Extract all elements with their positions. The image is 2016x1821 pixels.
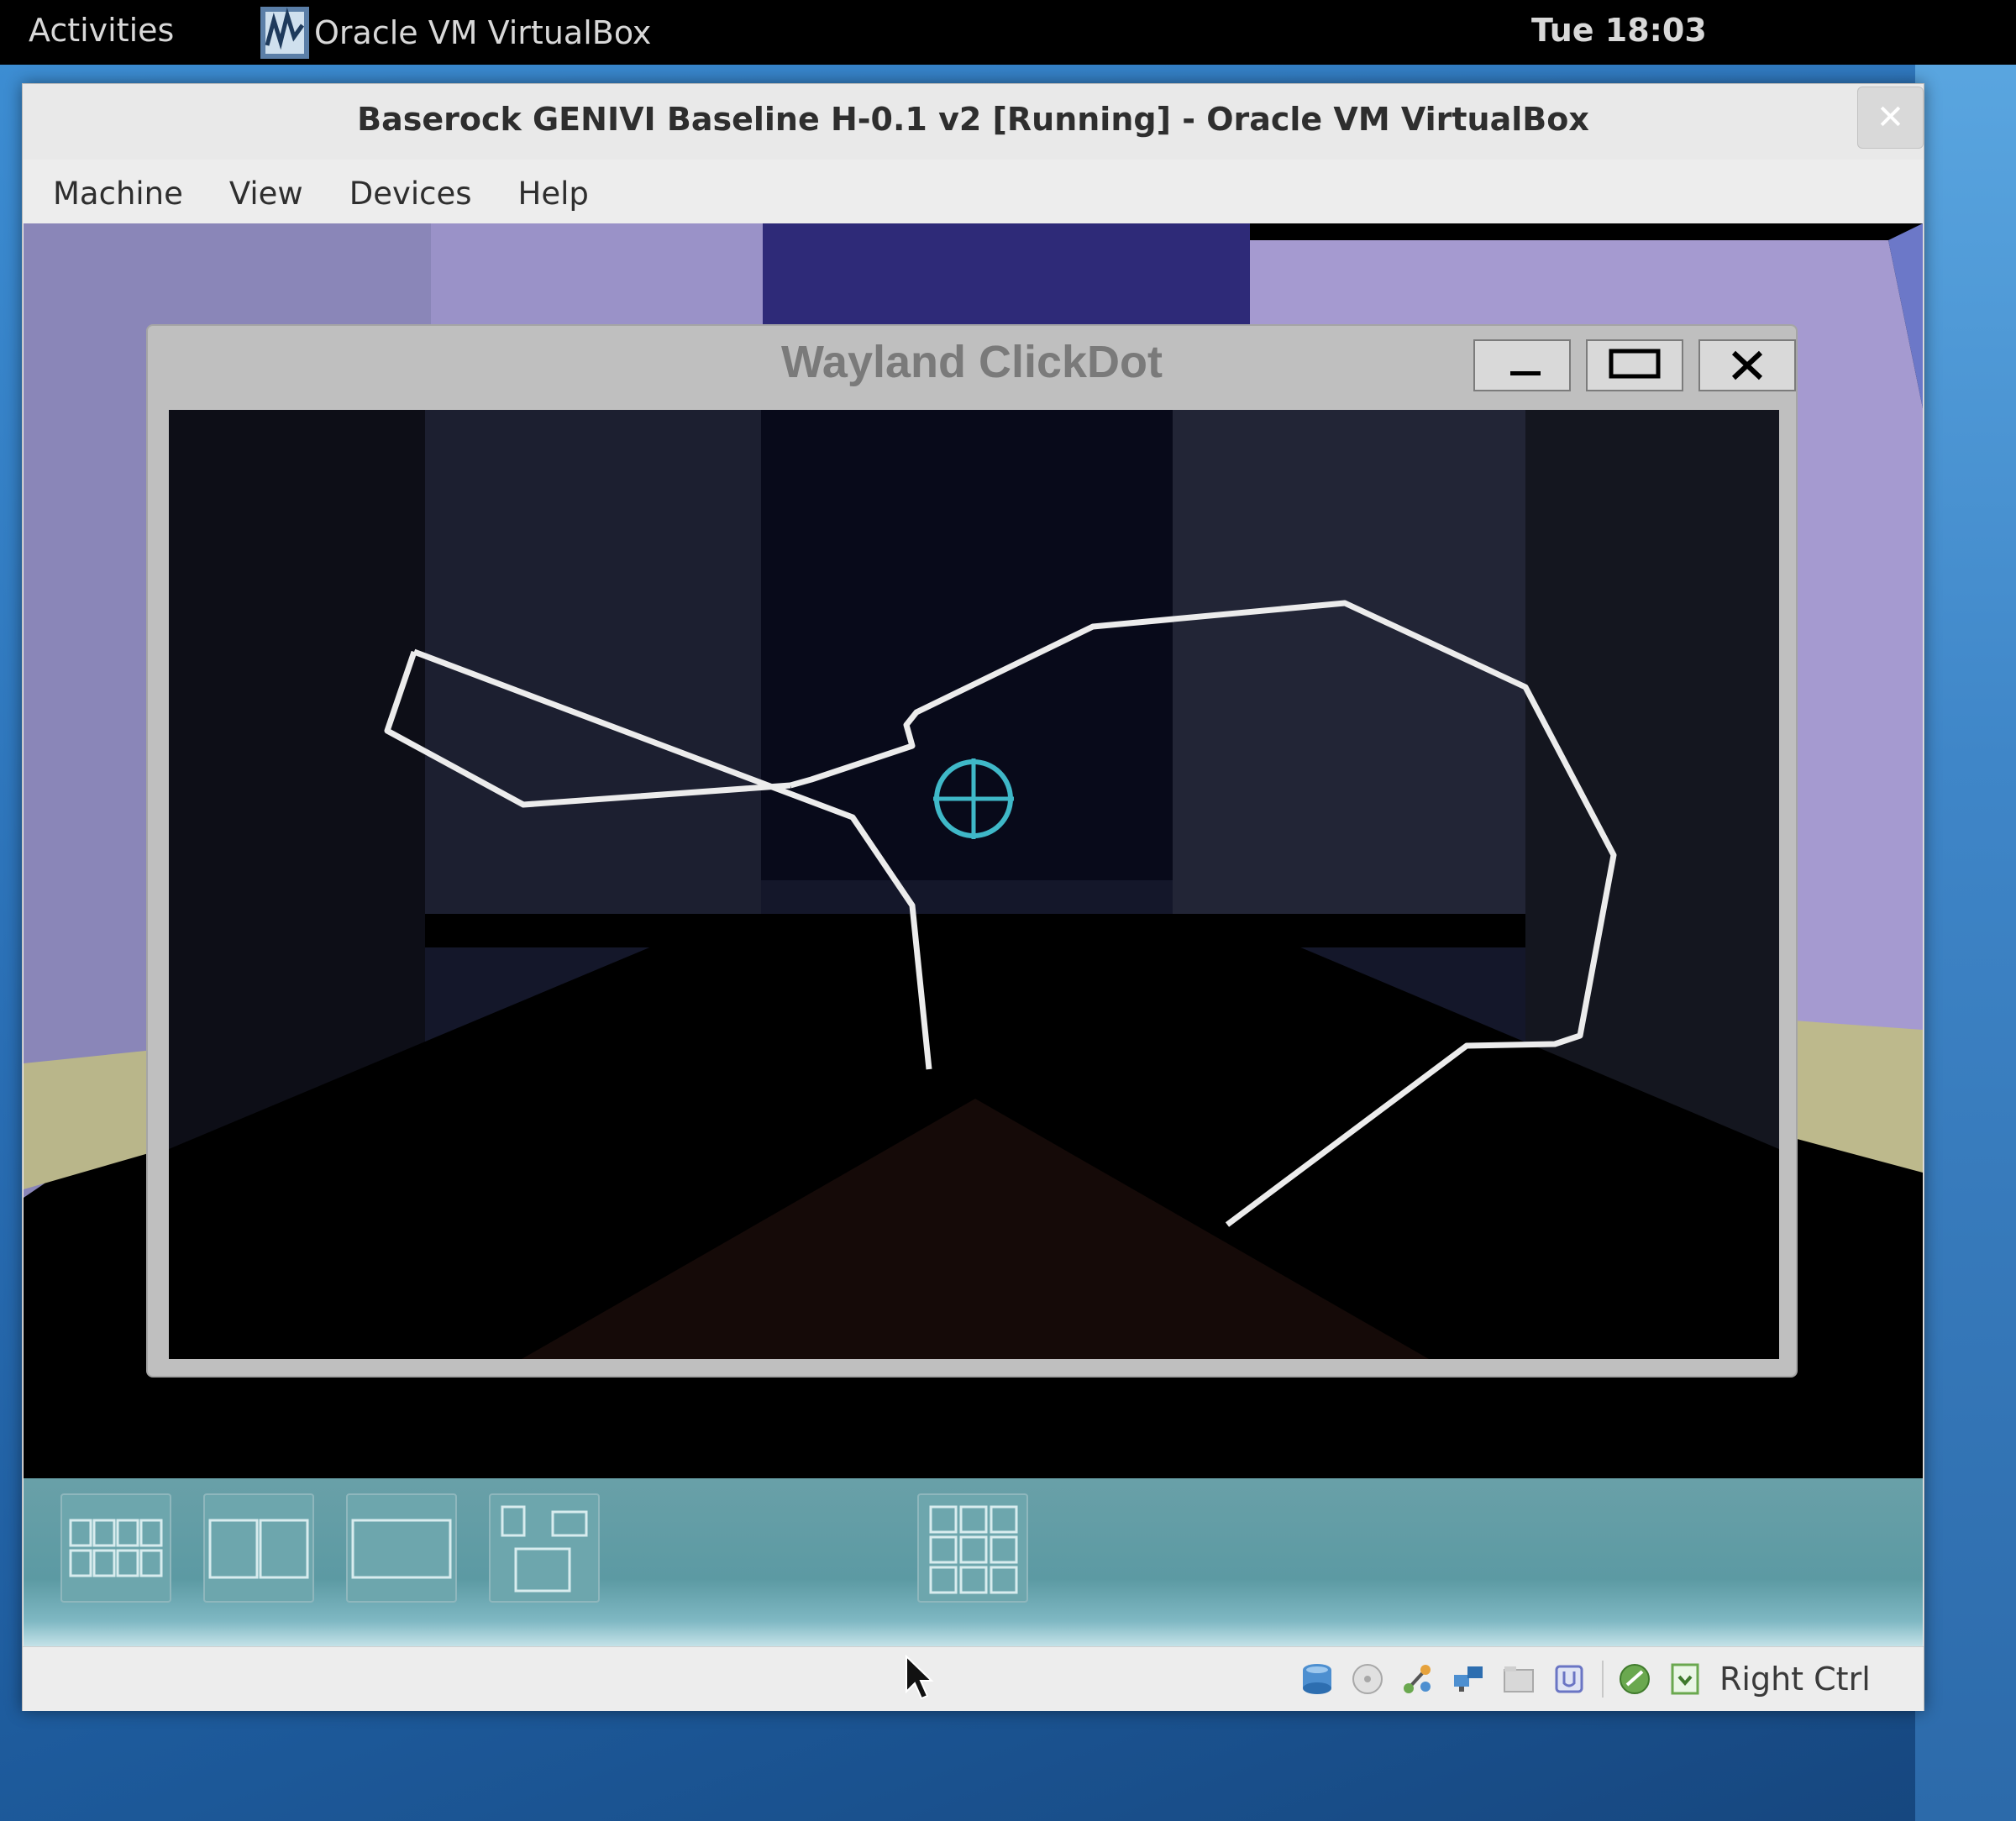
- menu-help[interactable]: Help: [518, 176, 589, 212]
- menu-view[interactable]: View: [229, 176, 303, 212]
- close-icon: [1731, 350, 1763, 380]
- maximize-button[interactable]: [1586, 339, 1683, 391]
- keyboard-capture-icon[interactable]: [1667, 1661, 1703, 1697]
- grid-3x2-icon: [69, 1519, 163, 1577]
- mixed-layout-icon: [501, 1505, 588, 1593]
- app-grid-button[interactable]: [917, 1493, 1028, 1603]
- virtualbox-icon: [260, 6, 309, 59]
- minimize-icon: [1510, 371, 1541, 375]
- menu-devices[interactable]: Devices: [349, 176, 472, 212]
- clock[interactable]: Tue 18:03: [1531, 12, 1707, 49]
- gnome-top-bar: Activities Oracle VM VirtualBox Tue 18:0…: [0, 0, 2016, 65]
- mouse-integration-icon[interactable]: [1617, 1661, 1652, 1697]
- optical-drive-icon[interactable]: [1350, 1661, 1385, 1697]
- menu-machine[interactable]: Machine: [53, 176, 183, 212]
- minimize-button[interactable]: [1473, 339, 1571, 391]
- shared-folders-icon[interactable]: [1501, 1661, 1536, 1697]
- wayland-clickdot-window: Wayland ClickDot: [146, 324, 1798, 1378]
- layout-split-button[interactable]: [203, 1493, 314, 1603]
- guest-launcher-panel: [24, 1478, 1923, 1646]
- status-bar: Right Ctrl: [23, 1646, 1924, 1711]
- guest-display[interactable]: Wayland ClickDot: [24, 223, 1923, 1646]
- clickdot-drawing: [169, 410, 1779, 1359]
- network-icon[interactable]: [1451, 1661, 1486, 1697]
- virtualbox-window: Baserock GENIVI Baseline H-0.1 v2 [Runni…: [22, 83, 1924, 1711]
- app-menu[interactable]: Oracle VM VirtualBox: [260, 0, 651, 65]
- menu-bar: Machine View Devices Help: [23, 164, 1924, 223]
- close-button[interactable]: [1698, 339, 1796, 391]
- single-window-icon: [351, 1519, 452, 1579]
- maximize-icon: [1609, 349, 1661, 379]
- close-button[interactable]: ✕: [1857, 87, 1924, 149]
- window-title: Baserock GENIVI Baseline H-0.1 v2 [Runni…: [357, 101, 1589, 138]
- clickdot-canvas[interactable]: [169, 410, 1779, 1359]
- layout-single-button[interactable]: [346, 1493, 457, 1603]
- app-grid-icon: [929, 1505, 1018, 1594]
- window-titlebar[interactable]: Baserock GENIVI Baseline H-0.1 v2 [Runni…: [23, 84, 1924, 160]
- close-icon: ✕: [1876, 98, 1905, 137]
- split-two-icon: [208, 1519, 309, 1579]
- hard-disk-icon[interactable]: [1299, 1661, 1335, 1697]
- host-key-label[interactable]: Right Ctrl: [1719, 1661, 1871, 1698]
- status-separator: [1602, 1661, 1604, 1698]
- activities-button[interactable]: Activities: [29, 12, 174, 49]
- video-capture-icon[interactable]: [1551, 1661, 1587, 1697]
- usb-icon[interactable]: [1400, 1661, 1436, 1697]
- desktop-background: [1915, 50, 2016, 1821]
- layout-grid-button[interactable]: [60, 1493, 171, 1603]
- layout-mixed-button[interactable]: [489, 1493, 600, 1603]
- mouse-cursor-icon: [906, 1655, 934, 1700]
- app-name: Oracle VM VirtualBox: [314, 13, 652, 51]
